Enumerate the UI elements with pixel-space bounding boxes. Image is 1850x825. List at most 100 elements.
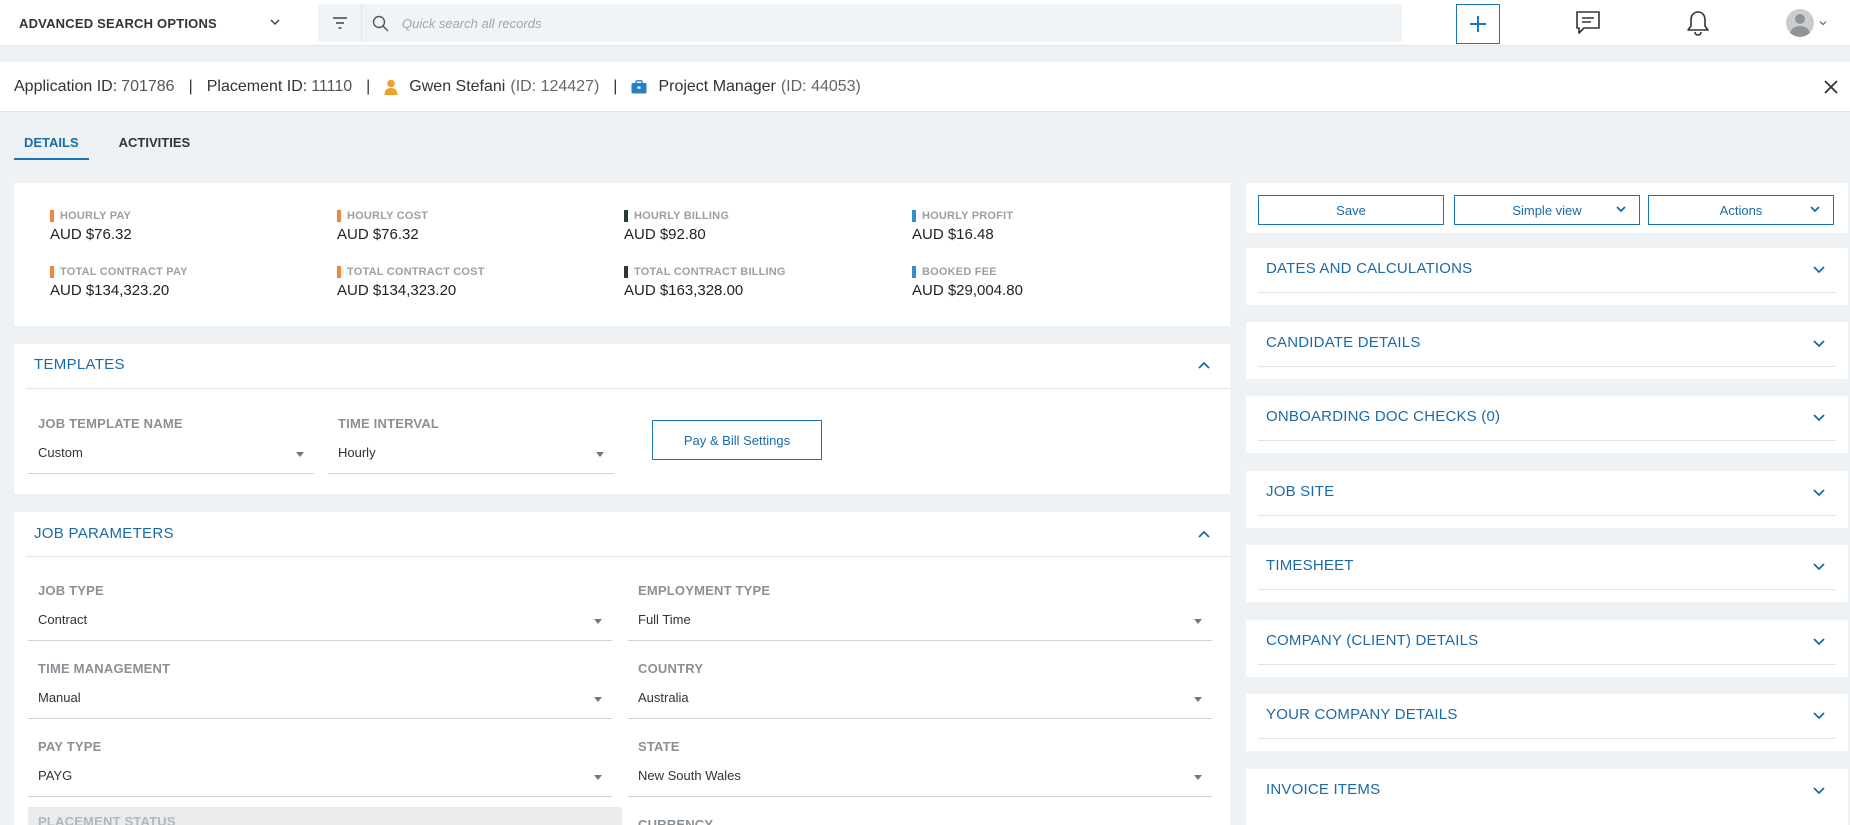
job-type-select[interactable]: Contract: [28, 605, 612, 641]
section-dates-and-calculations[interactable]: DATES AND CALCULATIONS: [1246, 248, 1848, 305]
state-label: STATE: [638, 739, 680, 754]
tab-activities[interactable]: ACTIVITIES: [109, 132, 201, 160]
country-field: COUNTRY Australia: [628, 661, 1222, 719]
bell-icon: [1687, 11, 1709, 36]
notifications-button[interactable]: [1684, 9, 1712, 37]
financial-summary: HOURLY PAY AUD $76.32 HOURLY COST AUD $7…: [14, 183, 1230, 326]
country-value: Australia: [638, 690, 689, 705]
section-title: JOB SITE: [1266, 483, 1335, 500]
tab-details[interactable]: DETAILS: [14, 132, 89, 160]
chevron-up-icon[interactable]: [1197, 529, 1211, 539]
candidate-id: (ID: 124427): [510, 77, 600, 95]
employment-type-field: EMPLOYMENT TYPE Full Time: [628, 583, 1222, 641]
state-value: New South Wales: [638, 768, 741, 783]
state-field: STATE New South Wales: [628, 739, 1222, 797]
avatar: [1786, 9, 1814, 37]
actions-dropdown[interactable]: Actions: [1648, 195, 1834, 225]
job-parameters-section-title[interactable]: JOB PARAMETERS: [34, 525, 174, 542]
section-candidate-details[interactable]: CANDIDATE DETAILS: [1246, 322, 1848, 379]
section-invoice-items[interactable]: INVOICE ITEMS: [1246, 769, 1848, 825]
simple-view-label: Simple view: [1512, 202, 1582, 218]
section-your-company-details[interactable]: YOUR COMPANY DETAILS: [1246, 694, 1848, 751]
divider: [1258, 589, 1836, 590]
time-management-select[interactable]: Manual: [28, 683, 612, 719]
divider: [1258, 366, 1836, 367]
dropdown-arrow-icon: [1194, 775, 1202, 780]
filter-icon: [332, 17, 347, 29]
chevron-down-icon: [1813, 489, 1825, 497]
candidate-name-link[interactable]: Gwen Stefani: [409, 78, 505, 96]
dropdown-arrow-icon: [594, 775, 602, 780]
save-label: Save: [1336, 202, 1366, 218]
chat-icon: [1576, 11, 1600, 34]
stat-label: HOURLY PROFIT: [912, 210, 1013, 222]
templates-section-title[interactable]: TEMPLATES: [34, 356, 125, 373]
chevron-down-icon: [1813, 266, 1825, 274]
stat-value: AUD $76.32: [337, 226, 419, 243]
save-button[interactable]: Save: [1258, 195, 1444, 225]
separator: |: [366, 77, 371, 95]
time-interval-select[interactable]: Hourly: [328, 438, 614, 474]
section-title: YOUR COMPANY DETAILS: [1266, 706, 1458, 723]
section-job-site[interactable]: JOB SITE: [1246, 471, 1848, 528]
messages-button[interactable]: [1574, 9, 1602, 37]
section-title: INVOICE ITEMS: [1266, 781, 1381, 798]
job-template-select[interactable]: Custom: [28, 438, 314, 474]
state-select[interactable]: New South Wales: [628, 761, 1212, 797]
job-template-value: Custom: [38, 445, 83, 460]
chevron-down-icon: [1819, 21, 1827, 26]
time-management-label: TIME MANAGEMENT: [38, 661, 171, 676]
divider: [1258, 515, 1836, 516]
section-title: ONBOARDING DOC CHECKS (0): [1266, 408, 1501, 425]
stat-booked-fee: BOOKED FEE AUD $29,004.80: [912, 266, 1023, 299]
chevron-down-icon: [1813, 414, 1825, 422]
stat-total-contract-billing: TOTAL CONTRACT BILLING AUD $163,328.00: [624, 266, 786, 299]
section-title: CANDIDATE DETAILS: [1266, 334, 1421, 351]
job-type-value: Contract: [38, 612, 88, 627]
add-new-button[interactable]: [1456, 4, 1500, 44]
chevron-down-icon: [1813, 340, 1825, 348]
stat-label: TOTAL CONTRACT BILLING: [624, 266, 786, 278]
stat-label: HOURLY PAY: [50, 210, 132, 222]
dropdown-arrow-icon: [1194, 697, 1202, 702]
section-onboarding-doc-checks[interactable]: ONBOARDING DOC CHECKS (0): [1246, 396, 1848, 453]
advanced-search-label: ADVANCED SEARCH OPTIONS: [19, 15, 217, 31]
simple-view-dropdown[interactable]: Simple view: [1454, 195, 1640, 225]
quick-search-input[interactable]: [402, 4, 1382, 42]
employment-type-select[interactable]: Full Time: [628, 605, 1212, 641]
pay-bill-settings-button[interactable]: Pay & Bill Settings: [652, 420, 822, 460]
job-title-link[interactable]: Project Manager: [658, 78, 775, 96]
job-id: (ID: 44053): [780, 77, 861, 95]
employment-type-label: EMPLOYMENT TYPE: [638, 583, 771, 598]
divider: [26, 388, 1230, 389]
currency-field: CURRENCY: [638, 817, 1222, 825]
stat-value: AUD $163,328.00: [624, 282, 744, 299]
section-company-client-details[interactable]: COMPANY (CLIENT) DETAILS: [1246, 620, 1848, 677]
stat-value: AUD $134,323.20: [337, 282, 457, 299]
placement-status-label: PLACEMENT STATUS: [38, 814, 176, 825]
dropdown-arrow-icon: [1194, 619, 1202, 624]
stat-total-contract-pay: TOTAL CONTRACT PAY AUD $134,323.20: [50, 266, 188, 299]
user-menu[interactable]: [1786, 8, 1836, 38]
action-bar: Save Simple view Actions: [1246, 183, 1848, 233]
time-interval-field: TIME INTERVAL Hourly: [328, 416, 614, 474]
time-management-field: TIME MANAGEMENT Manual: [28, 661, 622, 719]
filter-button[interactable]: [318, 4, 362, 42]
close-icon[interactable]: [1822, 78, 1840, 96]
advanced-search-dropdown[interactable]: ADVANCED SEARCH OPTIONS: [0, 0, 316, 46]
section-timesheet[interactable]: TIMESHEET: [1246, 545, 1848, 602]
currency-label: CURRENCY: [638, 817, 714, 825]
job-template-label: JOB TEMPLATE NAME: [38, 416, 183, 431]
country-select[interactable]: Australia: [628, 683, 1212, 719]
chevron-up-icon[interactable]: [1197, 360, 1211, 370]
pay-type-select[interactable]: PAYG: [28, 761, 612, 797]
time-interval-value: Hourly: [338, 445, 376, 460]
section-title: DATES AND CALCULATIONS: [1266, 260, 1473, 277]
top-bar: ADVANCED SEARCH OPTIONS: [0, 0, 1850, 46]
stat-value: AUD $92.80: [624, 226, 706, 243]
actions-label: Actions: [1719, 202, 1763, 218]
stat-hourly-pay: HOURLY PAY AUD $76.32: [50, 210, 132, 243]
divider: [1258, 440, 1836, 441]
stat-value: AUD $76.32: [50, 226, 132, 243]
stat-value: AUD $29,004.80: [912, 282, 1023, 299]
